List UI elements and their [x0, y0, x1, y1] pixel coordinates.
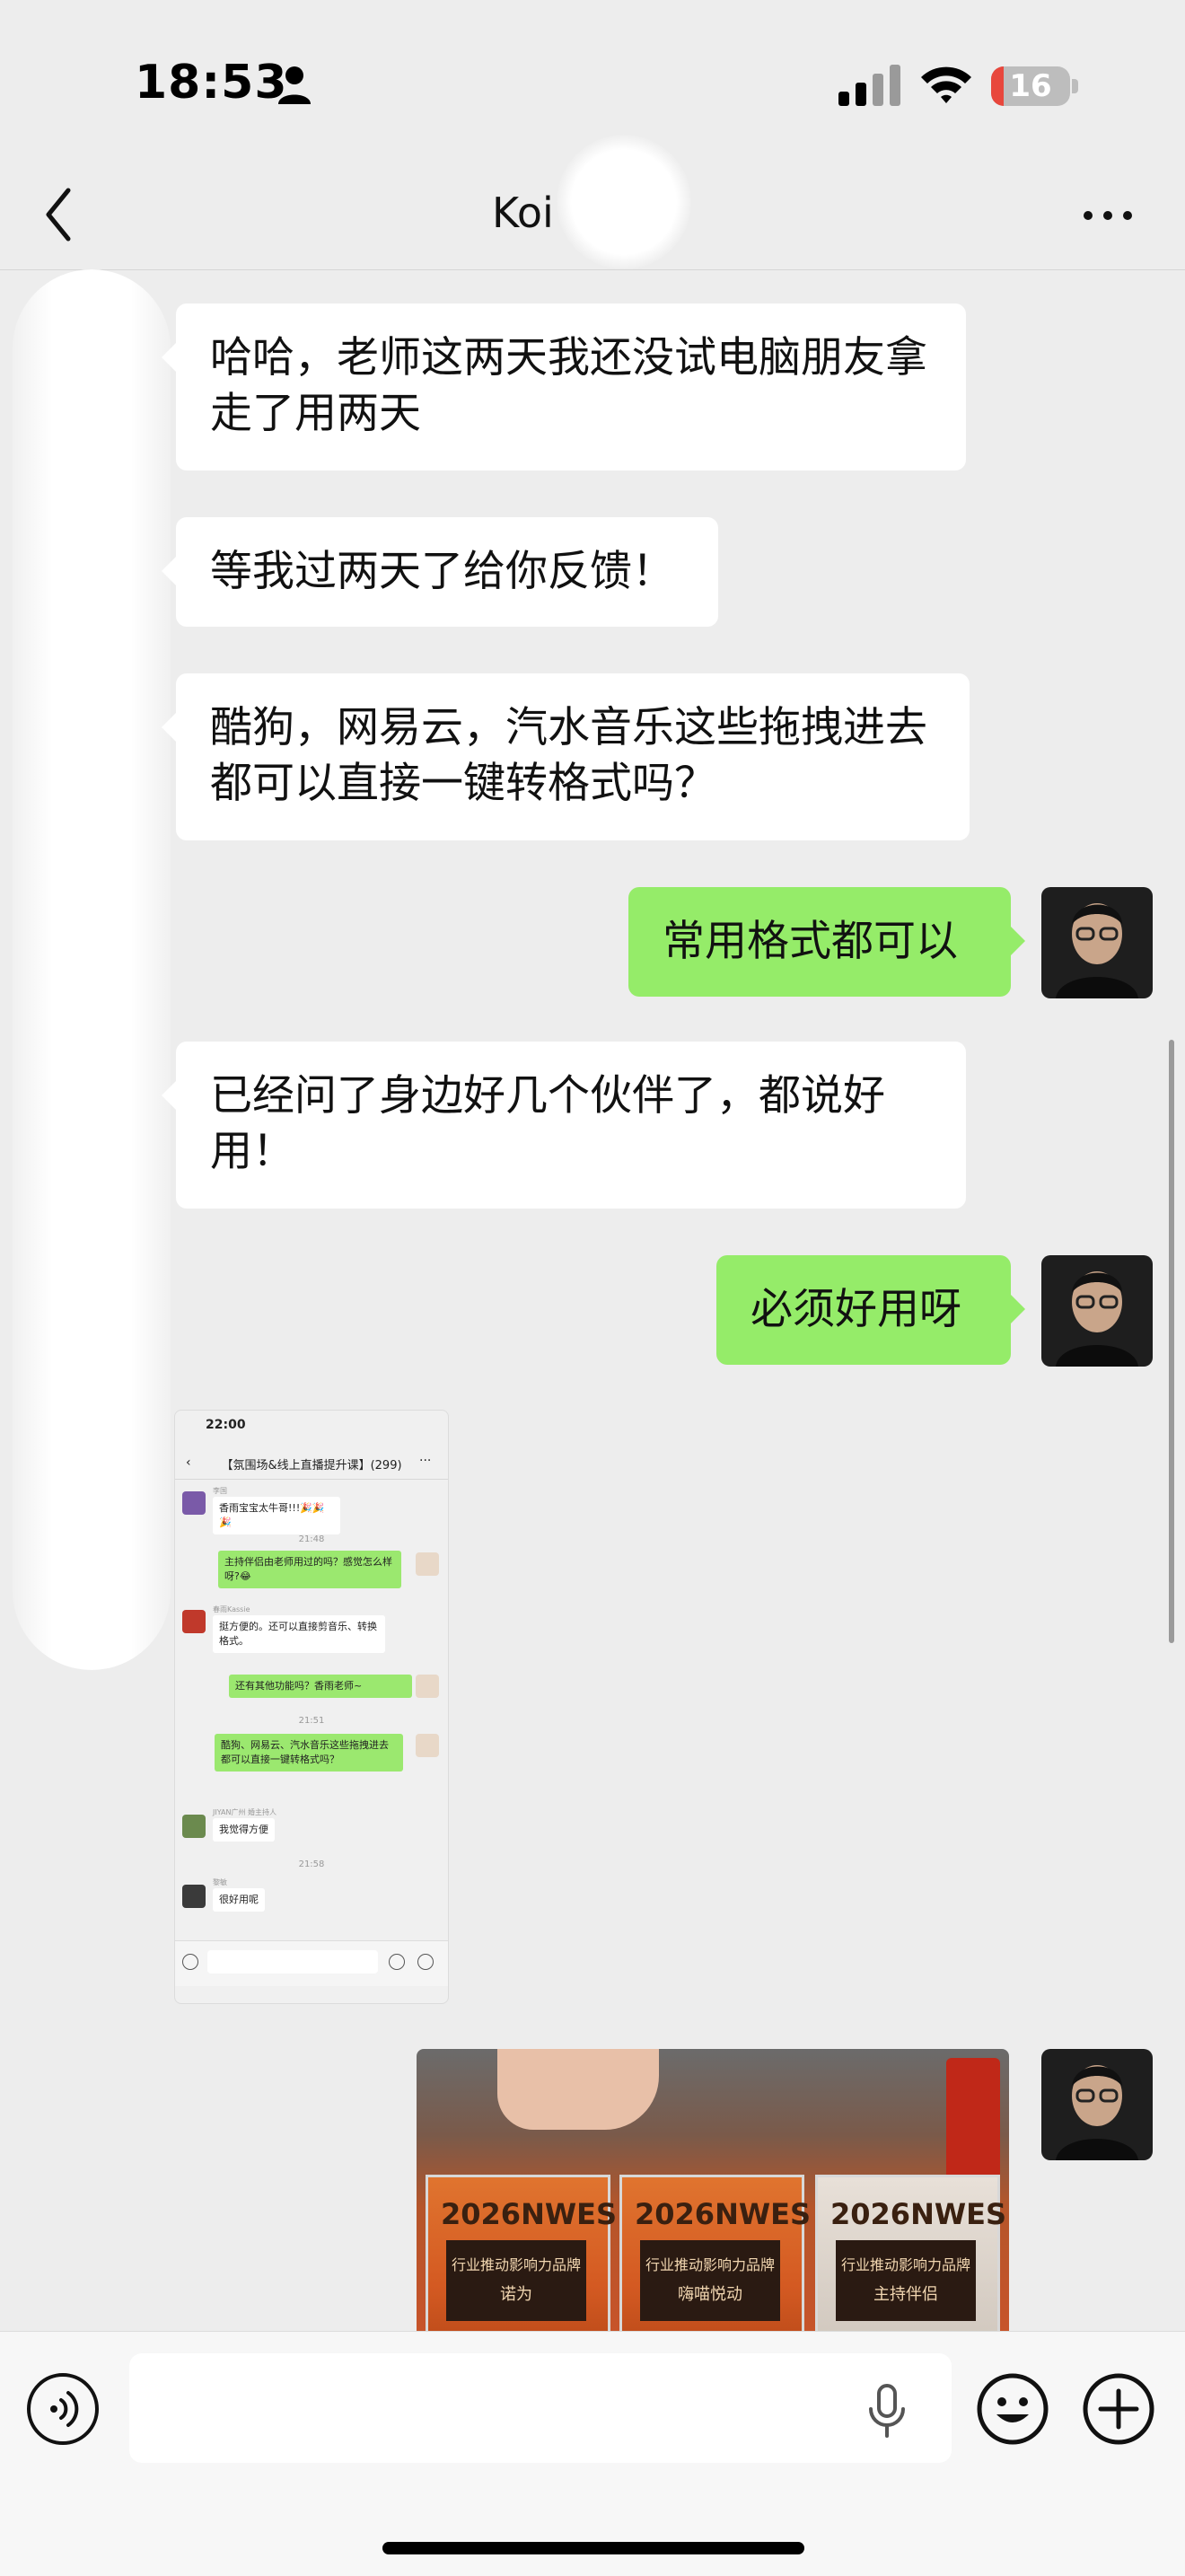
battery-nub: [1072, 79, 1078, 93]
timestamp: 21:58: [298, 1859, 325, 1869]
message-input-bar: [0, 2331, 1185, 2576]
plaque-card: 行业推动影响力品牌 诺为: [446, 2240, 586, 2321]
plaque-line2: 诺为: [500, 2285, 532, 2304]
chevron-left-icon[interactable]: [40, 183, 75, 246]
sender-name: 李国: [213, 1487, 227, 1495]
message-text: 已经问了身边好几个伙伴了，都说好用！: [210, 1071, 885, 1176]
status-bar: 18:53 16: [0, 0, 1185, 162]
screenshot-message: 香雨宝宝太牛哥!!!🎉🎉🎉: [213, 1497, 340, 1534]
avatar-photo: [1041, 887, 1153, 998]
message-text: 酷狗，网易云，汽水音乐这些拖拽进去都可以直接一键转格式吗？: [210, 703, 927, 808]
clock: 18:53: [135, 56, 288, 110]
avatar[interactable]: [1041, 1255, 1153, 1367]
avatar: [416, 1675, 439, 1698]
plaque-logo: 2026NWES: [830, 2197, 1007, 2231]
screenshot-input-bar: [175, 1940, 448, 1986]
screenshot-message: 还有其他功能吗？香雨老师~: [229, 1675, 412, 1698]
emoji-icon[interactable]: [975, 2371, 1050, 2447]
award-plaque: 2026NWES 行业推动影响力品牌 诺为: [426, 2175, 617, 2336]
timestamp: 21:51: [298, 1716, 325, 1726]
wifi-icon: [921, 66, 971, 103]
redaction-blur: [13, 269, 171, 1670]
chat-title: Koi: [492, 189, 554, 237]
avatar: [182, 1815, 206, 1838]
plus-icon[interactable]: [1081, 2371, 1156, 2447]
plaque-logo: 2026NWES: [441, 2197, 618, 2231]
plaque-line1: 行业推动影响力品牌: [451, 2256, 581, 2273]
sender-name: 黎敏: [213, 1878, 227, 1886]
message-text: 常用格式都可以: [663, 917, 958, 966]
avatar-photo: [1041, 2049, 1153, 2160]
screenshot-message: 挺方便的。还可以直接剪音乐、转换格式。: [213, 1615, 385, 1653]
screenshot-message: 主持伴侣由老师用过的吗？感觉怎么样呀?😂: [218, 1551, 401, 1588]
message-bubble[interactable]: 等我过两天了给你反馈！: [162, 517, 718, 627]
award-plaque: 2026NWES 行业推动影响力品牌 主持伴侣: [815, 2175, 1006, 2336]
voice-mode-icon: [182, 1954, 198, 1970]
avatar: [182, 1610, 206, 1633]
cellular-signal-icon: [838, 65, 900, 106]
message-text: 必须好用呀: [750, 1285, 961, 1334]
plaque-line2: 主持伴侣: [873, 2285, 938, 2304]
plaque-line2: 嗨喵悦动: [678, 2285, 742, 2304]
message-bubble[interactable]: 必须好用呀: [716, 1255, 1025, 1365]
avatar: [182, 1885, 206, 1908]
microphone-icon[interactable]: [864, 2384, 910, 2438]
screenshot-message: 很好用呢: [213, 1888, 265, 1912]
message-bubble[interactable]: 已经问了身边好几个伙伴了，都说好用！: [162, 1042, 966, 1209]
screenshot-time: 22:00: [206, 1418, 246, 1432]
voice-mode-button[interactable]: [27, 2373, 99, 2445]
avatar: [182, 1491, 206, 1515]
scrollbar[interactable]: [1169, 1040, 1174, 1643]
photo-foreground-hand: [497, 2049, 659, 2130]
plaque-card: 行业推动影响力品牌 嗨喵悦动: [640, 2240, 780, 2321]
screenshot-title: 【氛围场&线上直播提升课】(299): [221, 1459, 402, 1473]
emoji-icon: [389, 1954, 405, 1970]
voice-mode-icon: [50, 2391, 79, 2427]
message-input[interactable]: [129, 2353, 952, 2463]
person-icon: [278, 66, 311, 104]
battery-level: 16: [1009, 68, 1052, 104]
plaque-line1: 行业推动影响力品牌: [840, 2256, 970, 2273]
screenshot-image-message[interactable]: 22:00 ‹ 【氛围场&线上直播提升课】(299) ··· 李国 香雨宝宝太牛…: [174, 1410, 449, 2004]
screenshot-message: 我觉得方便: [213, 1818, 275, 1842]
message-bubble[interactable]: 常用格式都可以: [628, 887, 1025, 997]
screenshot-message: 酷狗、网易云、汽水音乐这些拖拽进去都可以直接一键转格式吗？: [215, 1734, 403, 1772]
message-bubble[interactable]: 哈哈，老师这两天我还没试电脑朋友拿走了用两天: [162, 303, 966, 470]
avatar: [416, 1552, 439, 1576]
plaque-line1: 行业推动影响力品牌: [645, 2256, 775, 2273]
avatar[interactable]: [1041, 887, 1153, 998]
plaque-card: 行业推动影响力品牌 主持伴侣: [836, 2240, 976, 2321]
battery-indicator: 16: [991, 66, 1070, 106]
message-bubble[interactable]: 酷狗，网易云，汽水音乐这些拖拽进去都可以直接一键转格式吗？: [162, 673, 970, 840]
message-text: 等我过两天了给你反馈！: [210, 547, 674, 596]
photo-bottle: [946, 2058, 1000, 2184]
avatar-photo: [1041, 1255, 1153, 1367]
message-text: 哈哈，老师这两天我还没试电脑朋友拿走了用两天: [210, 333, 927, 438]
photo-message[interactable]: 2026NWES 行业推动影响力品牌 诺为 2026NWES 行业推动影响力品牌…: [417, 2049, 1009, 2336]
plaque-logo: 2026NWES: [635, 2197, 812, 2231]
home-indicator: [382, 2542, 804, 2554]
chat-header: Koi: [0, 135, 1185, 270]
timestamp: 21:48: [298, 1534, 325, 1544]
more-dots-icon: ···: [419, 1454, 432, 1468]
sender-name: JIYAN广州 婚主持人: [213, 1808, 276, 1816]
screenshot-input-field: [207, 1950, 378, 1974]
award-plaque: 2026NWES 行业推动影响力品牌 嗨喵悦动: [619, 2175, 811, 2336]
plus-icon: [417, 1954, 434, 1970]
avatar: [416, 1734, 439, 1757]
avatar[interactable]: [1041, 2049, 1153, 2160]
redaction-blur: [557, 135, 691, 269]
more-dots-icon[interactable]: [1081, 207, 1135, 224]
sender-name: 春雨Kassie: [213, 1605, 250, 1613]
divider: [175, 1479, 448, 1480]
